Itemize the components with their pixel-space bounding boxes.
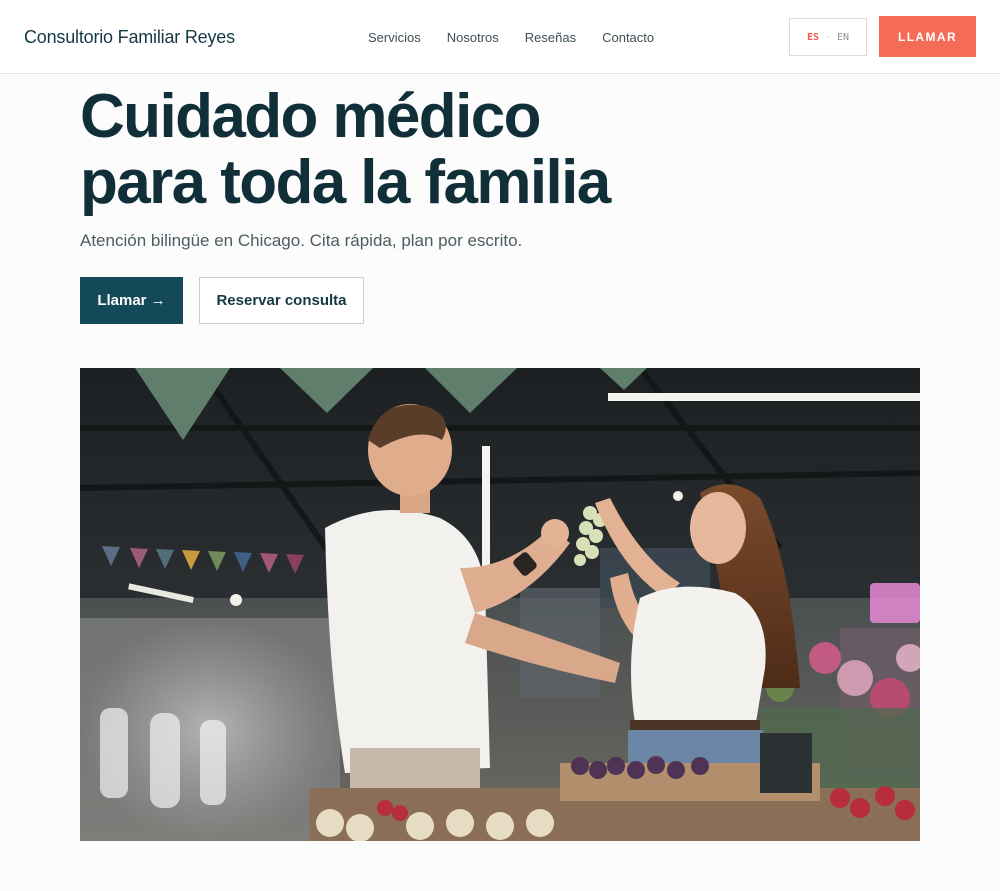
hero-title: Cuidado médico para toda la familia xyxy=(80,84,720,216)
book-consultation-button[interactable]: Reservar consulta xyxy=(199,277,364,324)
lang-separator: · xyxy=(824,31,832,43)
hero-subtitle: Atención bilingüe en Chicago. Cita rápid… xyxy=(80,231,523,250)
lang-en[interactable]: EN xyxy=(837,32,849,43)
hero-title-line-1: Cuidado médico xyxy=(80,82,541,151)
hero-photo xyxy=(80,368,920,841)
call-button-header[interactable]: LLAMAR xyxy=(879,16,976,57)
hero-title-line-2: para toda la familia xyxy=(80,148,611,217)
hero-photo-illustration xyxy=(80,368,920,841)
nav-resenas[interactable]: Reseñas xyxy=(525,30,576,45)
nav-servicios[interactable]: Servicios xyxy=(368,30,421,45)
lang-es[interactable]: ES xyxy=(807,32,819,43)
site-header: Consultorio Familiar Reyes Servicios Nos… xyxy=(0,0,1000,74)
brand-logo[interactable]: Consultorio Familiar Reyes xyxy=(24,27,235,48)
language-switcher: ES · EN xyxy=(789,18,867,56)
nav-contacto[interactable]: Contacto xyxy=(602,30,654,45)
call-button[interactable]: Llamar → xyxy=(80,277,183,324)
main-nav: Servicios Nosotros Reseñas Contacto xyxy=(368,30,654,45)
nav-nosotros[interactable]: Nosotros xyxy=(447,30,499,45)
